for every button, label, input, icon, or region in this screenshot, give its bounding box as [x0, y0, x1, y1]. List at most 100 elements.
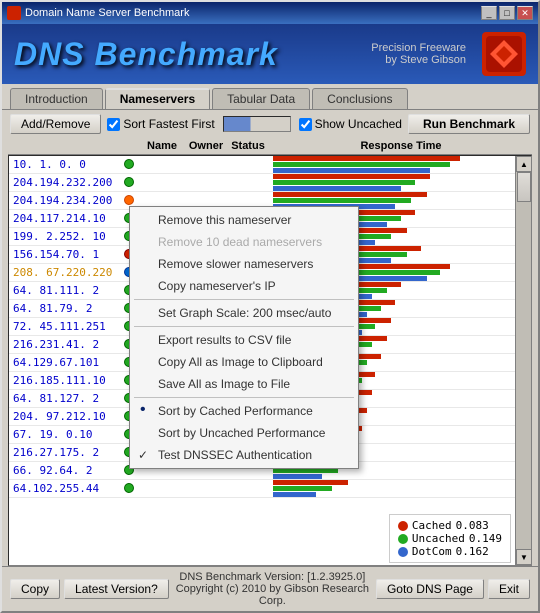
legend-cached-dot — [398, 521, 408, 531]
copy-button[interactable]: Copy — [10, 579, 60, 599]
menu-item[interactable]: Save All as Image to File — [130, 373, 358, 395]
context-menu: Remove this nameserverRemove 10 dead nam… — [129, 206, 359, 469]
menu-item[interactable]: Remove this nameserver — [130, 209, 358, 231]
menu-separator — [134, 326, 354, 327]
header-right: Precision Freeware by Steve Gibson — [371, 32, 526, 76]
sort-fastest-checkbox[interactable] — [107, 118, 120, 131]
row-ip: 66. 92.64. 2 — [9, 464, 119, 477]
legend-dotcom-dot — [398, 547, 408, 557]
app-title: DNS Benchmark — [14, 36, 278, 73]
menu-item[interactable]: Copy All as Image to Clipboard — [130, 351, 358, 373]
table-header: Name Owner Status Response Time — [8, 138, 532, 155]
minimize-button[interactable]: _ — [481, 6, 497, 20]
tab-nameservers[interactable]: Nameservers — [105, 88, 210, 109]
status-dot — [124, 195, 134, 205]
menu-item[interactable]: Test DNSSEC Authentication — [130, 444, 358, 466]
row-ip: 204.117.214.10 — [9, 212, 119, 225]
add-remove-button[interactable]: Add/Remove — [10, 114, 101, 134]
bar-uncached — [273, 198, 411, 203]
exit-button[interactable]: Exit — [488, 579, 530, 599]
subtitle: Precision Freeware by Steve Gibson — [371, 42, 466, 66]
row-ip: 204.194.232.200 — [9, 176, 119, 189]
header-name[interactable]: Name — [138, 140, 186, 152]
title-bar-left: Domain Name Server Benchmark — [7, 6, 189, 20]
latest-version-button[interactable]: Latest Version? — [64, 579, 169, 599]
show-uncached-checkbox[interactable] — [299, 118, 312, 131]
menu-item[interactable]: Copy nameserver's IP — [130, 275, 358, 297]
main-window: Domain Name Server Benchmark _ □ ✕ DNS B… — [0, 0, 540, 613]
logo — [482, 32, 526, 76]
row-ip: 64. 81.127. 2 — [9, 392, 119, 405]
menu-item[interactable]: Sort by Cached Performance — [130, 400, 358, 422]
progress-bar — [223, 116, 291, 132]
menu-item[interactable]: Set Graph Scale: 200 msec/auto — [130, 302, 358, 324]
legend-cached: Cached 0.083 — [398, 519, 502, 532]
menu-separator — [134, 299, 354, 300]
status-dot — [124, 483, 134, 493]
menu-item[interactable]: Export results to CSV file — [130, 329, 358, 351]
legend-dotcom-label: DotCom — [412, 545, 452, 558]
goto-dns-button[interactable]: Goto DNS Page — [376, 579, 484, 599]
row-ip: 208. 67.220.220 — [9, 266, 119, 279]
legend: Cached 0.083 Uncached 0.149 DotCom 0.162 — [389, 514, 511, 563]
tab-conclusions[interactable]: Conclusions — [312, 88, 407, 109]
title-controls: _ □ ✕ — [481, 6, 533, 20]
close-button[interactable]: ✕ — [517, 6, 533, 20]
toolbar-right: Show Uncached Run Benchmark — [299, 114, 530, 134]
status-dot — [124, 159, 134, 169]
legend-uncached: Uncached 0.149 — [398, 532, 502, 545]
table-row[interactable]: 204.194.232.200 — [9, 174, 531, 192]
maximize-button[interactable]: □ — [499, 6, 515, 20]
row-dot — [119, 176, 139, 190]
status-dot — [124, 177, 134, 187]
row-ip: 216.185.111.10 — [9, 374, 119, 387]
version-text: DNS Benchmark Version: [1.2.3925.0] — [169, 571, 376, 583]
footer: Copy Latest Version? DNS Benchmark Versi… — [2, 566, 538, 611]
window-title: Domain Name Server Benchmark — [25, 7, 189, 19]
bar-cached — [273, 480, 348, 485]
footer-center: DNS Benchmark Version: [1.2.3925.0] Copy… — [169, 571, 376, 607]
scrollbar[interactable]: ▲ ▼ — [515, 156, 531, 565]
legend-uncached-value: 0.149 — [469, 532, 502, 545]
table-row[interactable]: 64.102.255.44 — [9, 480, 531, 498]
legend-dotcom-value: 0.162 — [456, 545, 489, 558]
footer-right-buttons: Goto DNS Page Exit — [376, 579, 530, 599]
tab-introduction[interactable]: Introduction — [10, 88, 103, 109]
scroll-thumb[interactable] — [517, 172, 531, 202]
app-icon — [7, 6, 21, 20]
bar-dotcom — [273, 492, 316, 497]
bar-cached — [273, 192, 427, 197]
row-ip: 64. 81.79. 2 — [9, 302, 119, 315]
bar-uncached — [273, 486, 332, 491]
header-owner[interactable]: Owner — [186, 140, 226, 152]
row-dot — [119, 158, 139, 172]
legend-uncached-label: Uncached — [412, 532, 465, 545]
legend-uncached-dot — [398, 534, 408, 544]
scroll-track — [516, 172, 531, 549]
row-ip: 64.129.67.101 — [9, 356, 119, 369]
row-ip: 199. 2.252. 10 — [9, 230, 119, 243]
header-response-time[interactable]: Response Time — [270, 140, 532, 152]
row-dot — [119, 482, 139, 496]
bar-uncached — [273, 162, 450, 167]
menu-item: Remove 10 dead nameservers — [130, 231, 358, 253]
menu-item[interactable]: Remove slower nameservers — [130, 253, 358, 275]
table-row[interactable]: 10. 1. 0. 0 — [9, 156, 531, 174]
legend-cached-label: Cached — [412, 519, 452, 532]
row-bars — [271, 173, 531, 192]
run-benchmark-button[interactable]: Run Benchmark — [408, 114, 530, 134]
main-content: 10. 1. 0. 0 204.194.232.200 204.194.234.… — [8, 155, 532, 566]
toolbar-left: Add/Remove Sort Fastest First — [10, 114, 215, 134]
row-ip: 72. 45.111.251 — [9, 320, 119, 333]
row-ip: 156.154.70. 1 — [9, 248, 119, 261]
scroll-down-button[interactable]: ▼ — [516, 549, 532, 565]
row-ip: 204. 97.212.10 — [9, 410, 119, 423]
scroll-up-button[interactable]: ▲ — [516, 156, 532, 172]
row-ip: 64. 81.111. 2 — [9, 284, 119, 297]
row-ip: 10. 1. 0. 0 — [9, 158, 119, 171]
tab-tabular-data[interactable]: Tabular Data — [212, 88, 310, 109]
legend-dotcom: DotCom 0.162 — [398, 545, 502, 558]
header-status[interactable]: Status — [226, 140, 270, 152]
menu-separator — [134, 397, 354, 398]
menu-item[interactable]: Sort by Uncached Performance — [130, 422, 358, 444]
